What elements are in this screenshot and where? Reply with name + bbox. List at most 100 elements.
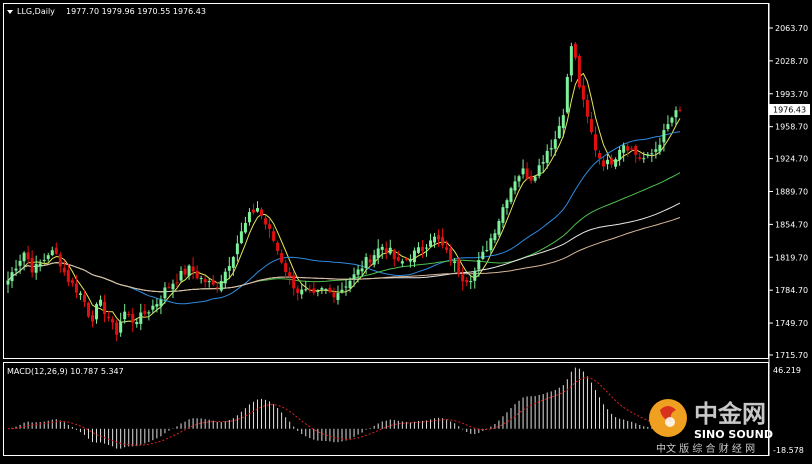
candle-body (139, 312, 143, 324)
candle-body (368, 259, 372, 263)
candle-body (14, 268, 18, 271)
candle-body (66, 270, 70, 283)
candle-body (34, 263, 38, 273)
candle-body (332, 292, 336, 298)
candle-body (376, 248, 380, 258)
price-tick-label: 1924.70 (775, 155, 808, 164)
ma-120-line (7, 217, 681, 293)
candle-body (396, 257, 400, 261)
candle-body (70, 280, 74, 283)
candle-body (199, 278, 203, 280)
candle-body (670, 117, 674, 123)
candle-body (280, 253, 284, 263)
macd-histogram (7, 367, 681, 449)
candle-body (553, 139, 557, 149)
candle-body (91, 315, 95, 322)
candle-body (26, 252, 30, 260)
candle-body (6, 280, 10, 285)
candle-body (493, 233, 497, 241)
candle-body (312, 288, 316, 293)
price-tick-label: 1958.70 (775, 123, 808, 132)
candle-body (662, 130, 666, 143)
candle-body (485, 250, 489, 252)
candle-body (569, 46, 573, 76)
candle-body (646, 154, 650, 156)
candle-body (650, 153, 654, 155)
candle-body (219, 281, 223, 291)
candle-body (433, 236, 437, 243)
candle-body (408, 260, 412, 262)
candle-body (344, 286, 348, 288)
candle-body (131, 313, 135, 323)
candle-body (477, 260, 481, 270)
candle-body (469, 281, 473, 283)
candle-body (678, 109, 682, 111)
candle-body (62, 267, 66, 273)
candle-body (622, 145, 626, 153)
candle-body (545, 150, 549, 163)
candle-body (392, 249, 396, 260)
candle-body (348, 280, 352, 289)
candle-body (42, 259, 46, 261)
candle-body (384, 248, 388, 253)
ma-30-line (7, 131, 681, 305)
candle-body (461, 274, 465, 282)
symbol-dropdown-icon[interactable] (7, 10, 13, 14)
candle-body (179, 270, 183, 281)
candle-body (296, 288, 300, 293)
candle-body (38, 263, 42, 267)
candle-body (372, 255, 376, 265)
candle-body (316, 291, 320, 293)
candle-body (111, 319, 115, 323)
candle-body (618, 149, 622, 160)
candle-body (284, 263, 288, 273)
candle-body (521, 168, 525, 175)
candle-body (127, 313, 131, 316)
candle-body (187, 265, 191, 276)
current-price-value: 1976.43 (773, 106, 806, 115)
logo-text: 中金网 (694, 400, 766, 428)
candle-body (95, 304, 99, 320)
candle-body (453, 261, 457, 264)
sinosound-watermark: 中金网 SINO SOUND 中文 版 综 合 财 经 网 (649, 399, 773, 455)
candle-body (211, 280, 215, 285)
candle-body (549, 148, 553, 150)
candle-body (251, 209, 255, 213)
price-tick-label: 1993.70 (775, 90, 808, 99)
candle-body (513, 181, 517, 191)
candle-body (231, 256, 235, 268)
brand-text: SINO SOUND (694, 428, 773, 441)
candle-body (255, 208, 259, 212)
candle-body (598, 153, 602, 159)
candle-body (135, 322, 139, 325)
candle-body (557, 125, 561, 139)
ma-60-line (7, 172, 681, 293)
price-tick-label: 1784.70 (775, 286, 808, 295)
price-tick-label: 1819.70 (775, 253, 808, 262)
candle-body (573, 43, 577, 58)
tagline-text: 中文 版 综 合 财 经 网 (656, 442, 755, 455)
candle-body (420, 246, 424, 251)
candle-body (268, 224, 272, 229)
candle-body (10, 272, 14, 282)
candle-body (30, 257, 34, 273)
candle-body (103, 301, 107, 315)
candle-body (276, 242, 280, 251)
candle-body (497, 220, 501, 235)
candle-body (356, 269, 360, 275)
candle-body (328, 287, 332, 293)
moving-averages (7, 72, 681, 323)
candle-body (593, 134, 597, 151)
candle-body (151, 305, 155, 310)
candle-body (380, 246, 384, 250)
macd-label: MACD(12,26,9) 10.787 5.347 (7, 367, 124, 376)
candle-body (537, 165, 541, 176)
candle-body (585, 99, 589, 117)
candle-body (581, 85, 585, 100)
candle-body (489, 238, 493, 251)
symbol-label: LLG,Daily (17, 7, 55, 16)
ma-90-line (7, 202, 681, 293)
candle-body (352, 274, 356, 279)
candle-body (541, 162, 545, 164)
candle-body (340, 289, 344, 292)
